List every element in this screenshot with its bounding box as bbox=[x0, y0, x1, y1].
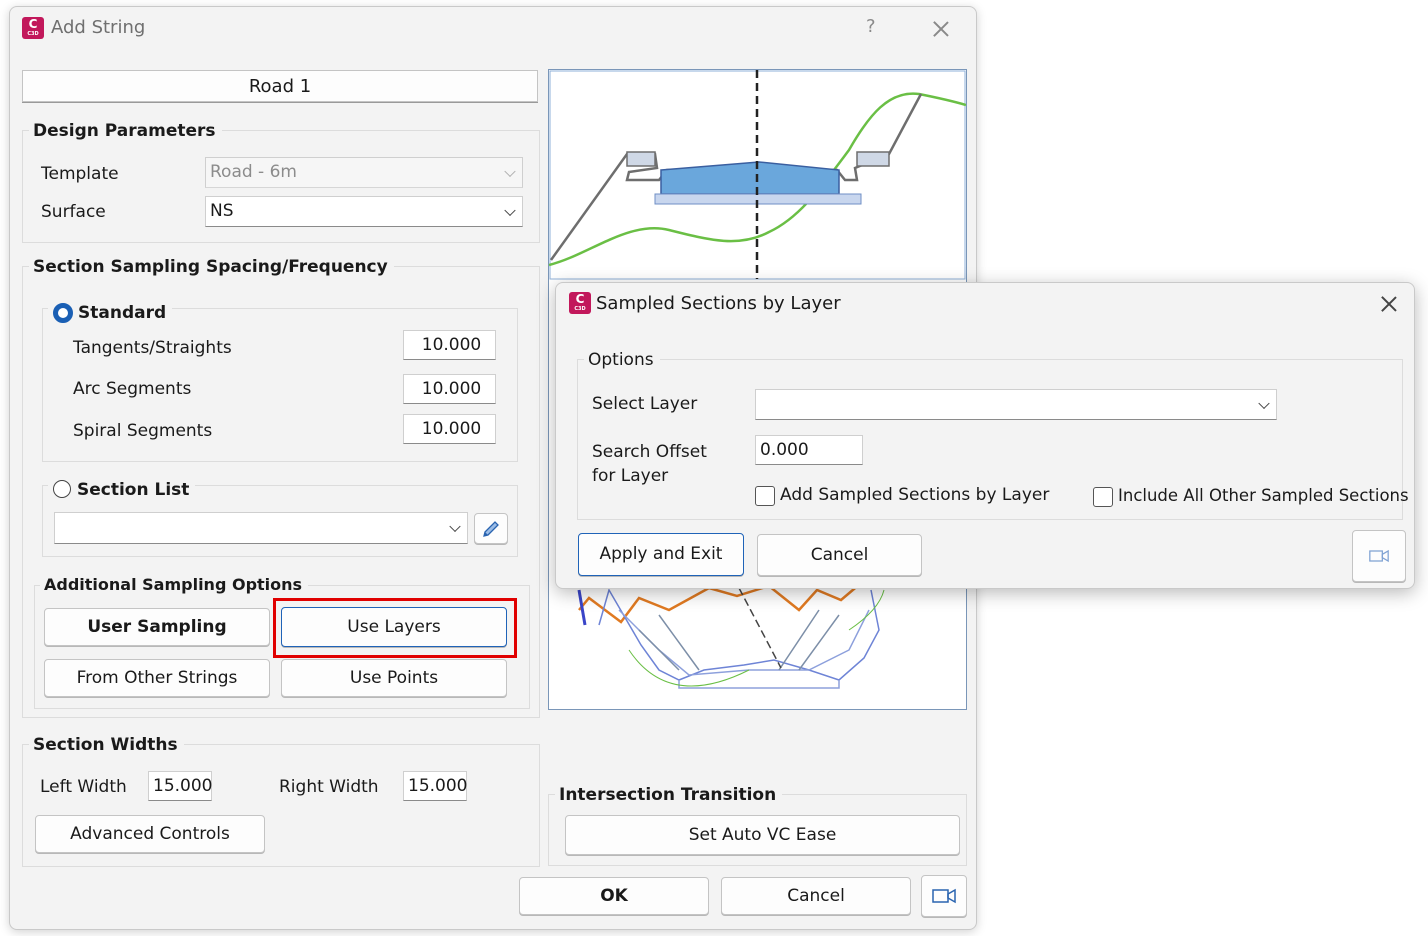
chevron-down-icon bbox=[449, 520, 461, 533]
add-sampled-label: Add Sampled Sections by Layer bbox=[780, 485, 1050, 505]
tangents-label: Tangents/Straights bbox=[73, 338, 232, 358]
select-layer-label: Select Layer bbox=[592, 394, 698, 414]
surface-label: Surface bbox=[41, 202, 106, 222]
options-label: Options bbox=[584, 350, 660, 370]
select-layer-dropdown[interactable] bbox=[755, 389, 1277, 420]
from-other-strings-button[interactable]: From Other Strings bbox=[44, 659, 270, 697]
ok-button[interactable]: OK bbox=[519, 877, 709, 915]
dialog-title: Add String bbox=[51, 17, 146, 38]
left-width-input[interactable]: 15.000 bbox=[148, 771, 212, 801]
additional-sampling-label: Additional Sampling Options bbox=[40, 575, 309, 594]
standard-radio[interactable] bbox=[53, 303, 73, 323]
section-list-label: Section List bbox=[77, 480, 190, 500]
section-widths-label: Section Widths bbox=[29, 735, 184, 755]
right-width-label: Right Width bbox=[279, 777, 379, 797]
edit-section-list-button[interactable] bbox=[474, 513, 508, 544]
section-sampling-label: Section Sampling Spacing/Frequency bbox=[29, 257, 394, 277]
overlay-cancel-button[interactable]: Cancel bbox=[757, 534, 922, 576]
standard-radio-wrap[interactable]: Standard bbox=[48, 303, 173, 325]
app-icon: C C3D bbox=[569, 292, 591, 314]
use-layers-button[interactable]: Use Layers bbox=[281, 607, 507, 647]
arc-segments-label: Arc Segments bbox=[73, 379, 192, 399]
add-sampled-checkbox[interactable] bbox=[755, 486, 775, 506]
set-auto-vc-ease-button[interactable]: Set Auto VC Ease bbox=[565, 815, 960, 855]
help-icon[interactable]: ? bbox=[866, 16, 876, 37]
left-width-label: Left Width bbox=[40, 777, 127, 797]
surface-value: NS bbox=[210, 201, 234, 221]
user-sampling-button[interactable]: User Sampling bbox=[44, 608, 270, 646]
include-all-checkbox[interactable] bbox=[1093, 487, 1113, 507]
template-value: Road - 6m bbox=[210, 162, 297, 182]
standard-label: Standard bbox=[78, 303, 167, 323]
section-list-radio[interactable] bbox=[53, 480, 71, 498]
app-icon: C C3D bbox=[22, 17, 44, 39]
apply-and-exit-button[interactable]: Apply and Exit bbox=[578, 533, 744, 576]
search-offset-input[interactable]: 0.000 bbox=[755, 435, 863, 465]
right-width-input[interactable]: 15.000 bbox=[403, 771, 467, 801]
chevron-down-icon bbox=[1258, 397, 1270, 409]
search-offset-label: Search Offset bbox=[592, 442, 707, 462]
close-icon[interactable] bbox=[1380, 295, 1398, 313]
road-header: Road 1 bbox=[22, 70, 538, 102]
video-icon bbox=[1369, 549, 1389, 563]
include-all-label: Include All Other Sampled Sections bbox=[1118, 486, 1409, 505]
video-icon bbox=[932, 888, 956, 904]
template-dropdown[interactable]: Road - 6m bbox=[205, 157, 523, 188]
use-points-button[interactable]: Use Points bbox=[281, 659, 507, 697]
intersection-transition-label: Intersection Transition bbox=[555, 785, 783, 805]
surface-dropdown[interactable]: NS bbox=[205, 196, 523, 227]
template-label: Template bbox=[41, 164, 119, 184]
arc-segments-input[interactable]: 10.000 bbox=[403, 374, 496, 404]
pencil-icon bbox=[483, 521, 499, 537]
section-list-dropdown[interactable] bbox=[54, 512, 468, 544]
advanced-controls-button[interactable]: Advanced Controls bbox=[35, 815, 265, 853]
spiral-segments-label: Spiral Segments bbox=[73, 421, 213, 441]
search-offset-label-line2: for Layer bbox=[592, 466, 669, 486]
section-list-radio-wrap[interactable]: Section List bbox=[48, 480, 196, 502]
chevron-down-icon bbox=[504, 165, 516, 177]
chevron-down-icon bbox=[504, 204, 516, 216]
road-header-label: Road 1 bbox=[248, 76, 312, 97]
spiral-segments-input[interactable]: 10.000 bbox=[403, 414, 496, 444]
tangents-input[interactable]: 10.000 bbox=[403, 330, 496, 360]
cancel-button[interactable]: Cancel bbox=[721, 877, 911, 915]
overlay-record-video-button[interactable] bbox=[1352, 530, 1406, 582]
overlay-dialog-title: Sampled Sections by Layer bbox=[596, 293, 841, 314]
record-video-button[interactable] bbox=[921, 875, 967, 917]
design-parameters-label: Design Parameters bbox=[29, 121, 222, 141]
close-icon[interactable] bbox=[932, 20, 950, 38]
